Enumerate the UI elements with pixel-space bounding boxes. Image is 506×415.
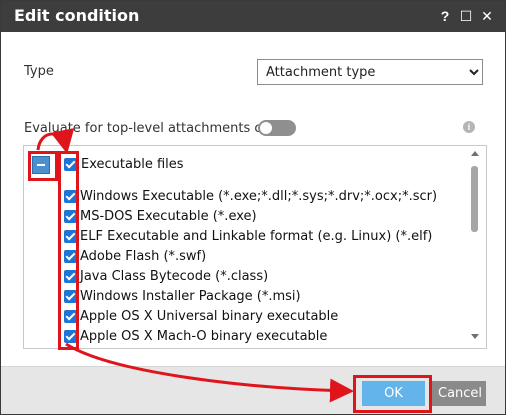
item-label: Java Class Bytecode (*.class) (80, 269, 269, 284)
item-checkbox[interactable] (64, 310, 77, 323)
item-label: ELF Executable and Linkable format (e.g.… (80, 229, 433, 244)
collapse-group-button[interactable] (32, 156, 50, 174)
item-label: Adobe Flash (*.swf) (80, 249, 207, 264)
dialog-title: Edit condition (14, 6, 140, 25)
scrollbar-thumb[interactable] (471, 166, 478, 232)
item-label: Windows Installer Package (*.msi) (80, 289, 301, 304)
scroll-up-arrow[interactable] (471, 151, 479, 156)
item-checkbox[interactable] (64, 230, 77, 243)
toggle-knob (260, 122, 272, 134)
maximize-icon[interactable]: ☐ (458, 8, 474, 24)
cancel-button[interactable]: Cancel (432, 381, 486, 406)
group-checkbox[interactable] (64, 158, 77, 171)
file-type-list: Executable files Windows Executable (*.e… (23, 145, 487, 349)
item-checkbox[interactable] (64, 250, 77, 263)
type-label: Type (24, 64, 54, 79)
item-checkbox[interactable] (64, 190, 77, 203)
title-bar: Edit condition ? ☐ ✕ (1, 1, 505, 32)
ok-button[interactable]: OK (362, 381, 425, 406)
scroll-down-arrow[interactable] (471, 334, 479, 339)
info-icon[interactable]: i (463, 121, 475, 133)
item-label: Apple OS X Universal binary executable (80, 309, 339, 324)
dialog-footer: OK Cancel (1, 366, 505, 414)
item-checkbox[interactable] (64, 290, 77, 303)
item-label: Windows Executable (*.exe;*.dll;*.sys;*.… (80, 189, 438, 204)
item-checkbox[interactable] (64, 330, 77, 343)
evaluate-label: Evaluate for top-level attachments only (24, 121, 282, 136)
item-checkbox[interactable] (64, 210, 77, 223)
edit-condition-dialog: Edit condition ? ☐ ✕ Type Attachment typ… (0, 0, 506, 415)
close-icon[interactable]: ✕ (479, 8, 495, 24)
item-checkbox[interactable] (64, 270, 77, 283)
type-select[interactable]: Attachment type (257, 59, 483, 85)
item-label: MS-DOS Executable (*.exe) (80, 209, 257, 224)
item-label: Apple OS X Mach-O binary executable (80, 329, 328, 344)
evaluate-toggle[interactable] (258, 120, 296, 136)
group-label: Executable files (81, 157, 184, 172)
help-icon[interactable]: ? (437, 8, 453, 24)
